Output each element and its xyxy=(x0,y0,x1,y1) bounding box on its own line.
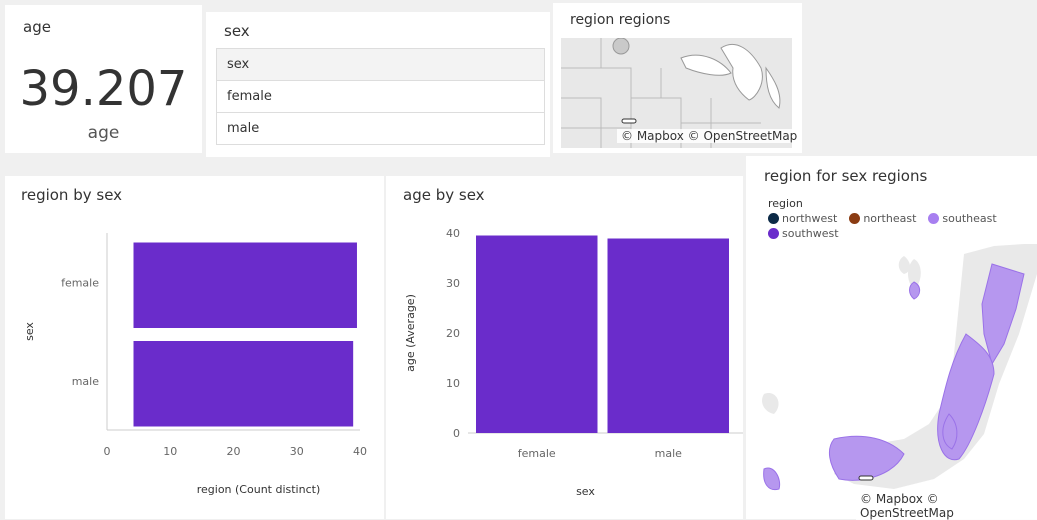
x-tick-label: 40 xyxy=(353,445,367,458)
y-tick-label: male xyxy=(72,375,100,388)
legend-dot-icon xyxy=(928,213,940,224)
bar xyxy=(476,235,598,433)
legend-item[interactable]: southeast xyxy=(928,212,997,225)
y-axis-label: sex xyxy=(23,322,36,341)
kpi-title: age xyxy=(23,18,51,36)
legend-items: northwest northeast southeast southwest xyxy=(768,212,1028,240)
x-axis-label: sex xyxy=(576,485,595,498)
sex-table-card: sex sex female male xyxy=(206,12,550,157)
legend-dot-icon xyxy=(849,213,861,224)
y-tick-label: 10 xyxy=(446,377,460,390)
legend-label: northwest xyxy=(782,212,838,225)
bar xyxy=(607,238,729,433)
region-sex-map[interactable] xyxy=(754,244,1037,514)
y-tick-label: 0 xyxy=(453,427,460,440)
y-tick-label: 30 xyxy=(446,277,460,290)
y-axis-label: age (Average) xyxy=(404,294,417,372)
legend-dot-icon xyxy=(768,228,779,239)
region-by-sex-chart: 0 10 20 30 40 female male region (Count distinc… xyxy=(23,233,367,496)
x-tick-label: 0 xyxy=(104,445,111,458)
legend-item[interactable]: northeast xyxy=(849,212,916,225)
sex-table: sex female male xyxy=(216,48,545,145)
legend-item[interactable]: northwest xyxy=(768,212,837,225)
y-tick-label: 20 xyxy=(446,327,460,340)
map1-attribution[interactable]: © Mapbox © OpenStreetMap xyxy=(617,129,802,143)
legend-dot-icon xyxy=(768,213,779,224)
x-tick-label: 10 xyxy=(163,445,177,458)
x-tick-label: 20 xyxy=(227,445,241,458)
x-tick-label: 30 xyxy=(290,445,304,458)
age-by-sex-chart: 0 10 20 30 40 female male sex age (Average) xyxy=(404,227,743,498)
kpi-label: age xyxy=(87,123,120,143)
region-map-card: region regions © Mapbox © OpenStreetMap xyxy=(553,3,802,153)
x-tick-label: female xyxy=(518,447,556,460)
table-header[interactable]: sex xyxy=(217,49,544,81)
map2-attribution[interactable]: © Mapbox © OpenStreetMap xyxy=(856,492,1037,520)
legend-item[interactable]: southwest xyxy=(768,227,839,240)
y-tick-label: female xyxy=(61,276,99,289)
kpi-card: age 39.207 age xyxy=(5,5,202,153)
x-tick-label: male xyxy=(655,447,683,460)
y-tick-label: 40 xyxy=(446,227,460,240)
table-row[interactable]: female xyxy=(217,81,544,113)
table-row[interactable]: male xyxy=(217,113,544,144)
legend-title: region xyxy=(768,197,803,210)
bar xyxy=(132,340,355,428)
legend-label: southeast xyxy=(942,212,997,225)
legend-label: southwest xyxy=(782,227,839,240)
map-legend: region northwest northeast southeast southw… xyxy=(768,197,1028,240)
table-title: sex xyxy=(224,22,250,40)
kpi-value: 39.207 xyxy=(19,61,188,117)
legend-label: northeast xyxy=(863,212,917,225)
age-by-sex-card: age by sex 0 10 20 30 40 female male sex age (Av… xyxy=(386,176,743,519)
region-by-sex-card: region by sex 0 10 20 30 40 female male region … xyxy=(5,176,384,519)
x-axis-label: region (Count distinct) xyxy=(197,483,321,496)
map1-title: region regions xyxy=(570,12,671,28)
bar xyxy=(132,241,358,329)
map2-title: region for sex regions xyxy=(764,167,928,185)
